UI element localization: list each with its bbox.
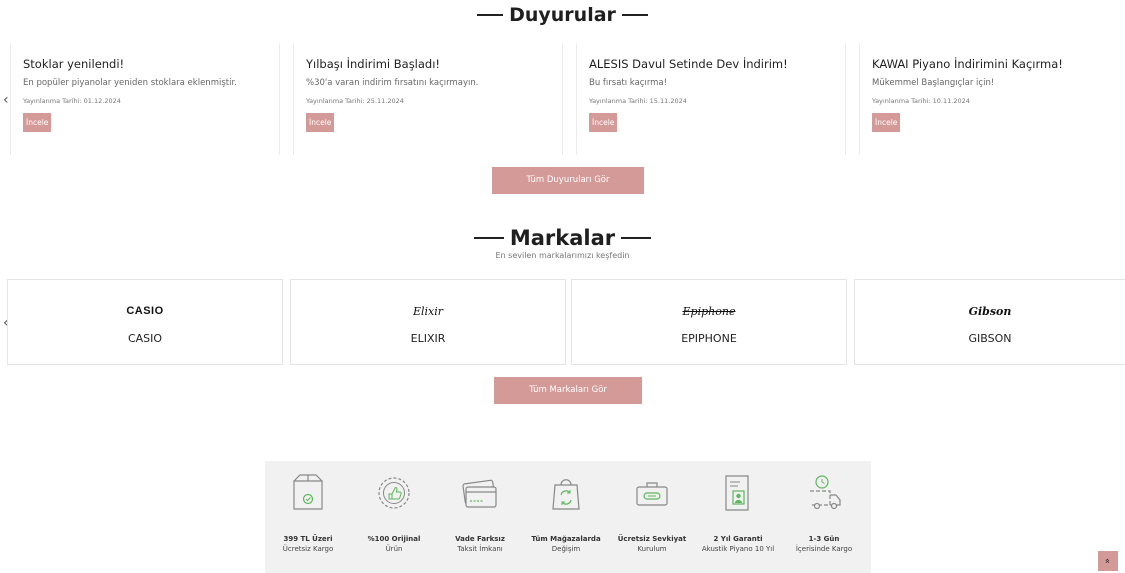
announcement-title: Stoklar yenilendi! — [23, 57, 125, 71]
brand-logo: Elixir — [291, 302, 565, 320]
feature-line1: 2 Yıl Garanti — [713, 535, 763, 543]
brand-logo: Epiphone — [572, 302, 846, 320]
announcement-desc: Mükemmel Başlangıçlar için! — [872, 78, 995, 88]
brand-name: ELIXIR — [410, 332, 446, 345]
heading-line-right — [621, 237, 652, 239]
announcements-title: Duyurular — [509, 4, 616, 26]
view-all-announcements-button[interactable]: Tüm Duyuruları Gör — [492, 167, 644, 194]
announcement-title: KAWAI Piyano İndirimini Kaçırma! — [872, 57, 1063, 71]
feature-line1: Tüm Mağazalarda — [531, 535, 601, 543]
features-strip: 399 TL Üzeri Ücretsiz Kargo %100 Orijina… — [265, 461, 871, 573]
box-icon — [293, 474, 323, 510]
announcement-date: Yayınlanma Tarihi: 25.11.2024 — [306, 97, 404, 105]
feature-line2: Ücretsiz Kargo — [282, 545, 334, 553]
announcement-card: Stoklar yenilendi! En popüler piyanolar … — [10, 43, 280, 155]
announcement-card: KAWAI Piyano İndirimini Kaçırma! Mükemme… — [859, 43, 1125, 155]
feature-line2: Kurulum — [637, 545, 667, 553]
announcement-date: Yayınlanma Tarihi: 01.12.2024 — [23, 97, 121, 105]
announcement-desc: %30'a varan indirim fırsatını kaçırmayın… — [306, 78, 479, 88]
elixir-logo: Elixir — [412, 304, 444, 318]
announcements-heading: Duyurular — [0, 4, 1125, 26]
feature-line1: Ücretsiz Sevkiyat — [617, 535, 687, 543]
heading-line-right — [621, 14, 648, 16]
heading-line-left — [473, 237, 504, 239]
announcement-detail-button[interactable]: İncele — [589, 113, 618, 132]
brand-card-epiphone[interactable]: Epiphone EPIPHONE — [571, 279, 847, 365]
feature-line2: Taksit İmkanı — [457, 545, 503, 553]
brand-name: EPIPHONE — [681, 332, 737, 345]
casio-logo: CASIO — [126, 305, 164, 317]
announcement-detail-button[interactable]: İncele — [306, 113, 335, 132]
announcement-date: Yayınlanma Tarihi: 15.11.2024 — [589, 97, 687, 105]
exchange-bag-icon — [552, 479, 580, 510]
scroll-to-top-button[interactable]: » — [1098, 551, 1118, 571]
announcements-slider: Stoklar yenilendi! En popüler piyanolar … — [10, 43, 1125, 155]
announcement-date: Yayınlanma Tarihi: 10.11.2024 — [872, 97, 970, 105]
brand-card-elixir[interactable]: Elixir ELIXIR — [290, 279, 566, 365]
announcement-detail-button[interactable]: İncele — [872, 113, 901, 132]
feature-line1: 399 TL Üzeri — [283, 535, 333, 543]
announcement-title: ALESIS Davul Setinde Dev İndirim! — [589, 57, 788, 71]
thumbs-up-badge-icon — [378, 477, 410, 509]
announcements-prev-arrow[interactable]: ‹ — [3, 93, 9, 107]
brand-logo: Gibson — [855, 302, 1125, 320]
brand-name: CASIO — [127, 332, 163, 345]
brands-title: Markalar — [509, 226, 616, 250]
view-all-brands-button[interactable]: Tüm Markaları Gör — [494, 377, 642, 404]
warranty-certificate-icon — [725, 475, 749, 511]
announcement-desc: Bu fırsatı kaçırma! — [589, 78, 668, 88]
announcement-desc: En popüler piyanolar yeniden stoklara ek… — [23, 78, 237, 88]
delivery-truck-icon — [810, 475, 841, 510]
brand-name: GIBSON — [968, 332, 1012, 345]
announcement-card: ALESIS Davul Setinde Dev İndirim! Bu fır… — [576, 43, 846, 155]
feature-line2: Değişim — [551, 545, 581, 553]
brands-heading: Markalar — [0, 226, 1125, 250]
brand-card-casio[interactable]: CASIO CASIO — [7, 279, 283, 365]
announcement-card: Yılbaşı İndirimi Başladı! %30'a varan in… — [293, 43, 563, 155]
heading-line-left — [477, 14, 504, 16]
brands-subtitle: En sevilen markalarımızı keşfedin — [495, 251, 630, 260]
feature-line2: İçerisinde Kargo — [795, 545, 853, 553]
feature-line1: Vade Farksız — [455, 535, 505, 543]
feature-line1: 1-3 Gün — [808, 535, 840, 543]
feature-line2: Akustik Piyano 10 Yıl — [701, 545, 775, 553]
announcement-title: Yılbaşı İndirimi Başladı! — [306, 57, 441, 71]
credit-card-icon — [462, 479, 497, 508]
toolbox-icon — [636, 482, 668, 506]
gibson-logo: Gibson — [968, 304, 1012, 318]
announcement-detail-button[interactable]: İncele — [23, 113, 52, 132]
feature-line1: %100 Orijinal — [367, 535, 421, 543]
brand-card-gibson[interactable]: Gibson GIBSON — [854, 279, 1125, 365]
brand-logo: CASIO — [8, 302, 282, 320]
feature-line2: Ürün — [385, 545, 403, 553]
epiphone-logo: Epiphone — [682, 304, 736, 318]
